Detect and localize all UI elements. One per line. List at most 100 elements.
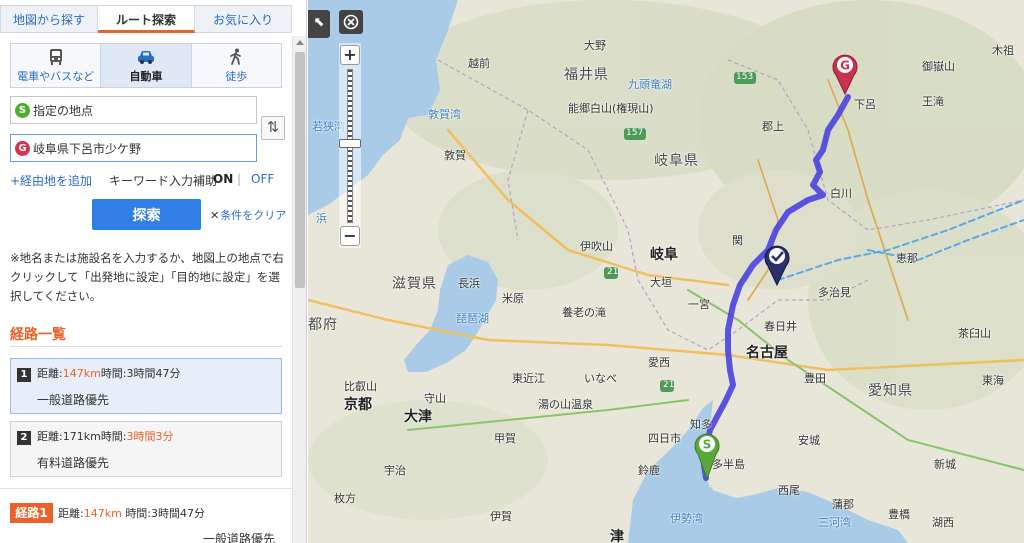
map-label-toyohashi: 豊橋 [888,508,910,521]
map-label-kasugai: 春日井 [764,320,797,333]
map-label-ogaki: 大垣 [650,276,672,289]
goal-point-input[interactable]: G 岐阜県下呂市少ケ野 [10,134,257,162]
map-label-kuzuryu: 九頭竜湖 [628,78,672,91]
mode-walk[interactable]: 徒歩 [191,44,281,87]
goal-marker-icon: G [832,54,858,96]
map-label-nohaku: 能郷白山(権現山) [568,102,654,115]
map-label-mikawa-bay: 三河湾 [818,516,851,529]
map-label-yoro: 養老の滝 [562,306,606,319]
transport-modes: 電車やバスなど 自動車 徒歩 [10,43,282,88]
scroll-up-icon[interactable] [296,40,304,45]
map-label-toyota: 豊田 [804,372,826,385]
map-reset-button[interactable] [339,10,363,34]
waypoint-pin[interactable] [762,242,792,289]
map-label-nagahama: 長浜 [458,277,480,290]
tab-map-search[interactable]: 地図から探す [0,5,98,33]
detail-time: 3時間47分 [151,507,206,520]
add-waypoint-link[interactable]: +経由地を追加 [10,174,92,188]
map-label-ena: 恵那 [896,252,918,265]
tab-favorites[interactable]: お気に入り [195,5,292,33]
map-label-fukui: 福井県 [564,67,609,83]
map-label-kyoto-fu: 都府 [308,317,338,333]
map-label-tsu: 津 [610,529,624,543]
clear-x-icon: ✕ [210,209,220,222]
arrow-up-left-icon: ⬉ [313,15,325,30]
map-label-kyoto: 京都 [344,397,372,413]
map-label-tokai: 東海 [982,374,1004,387]
start-marker-icon: S [694,433,720,481]
map-label-gujo: 郡上 [762,120,784,133]
map-label-hirakata: 枚方 [334,492,356,505]
route-search-panel: 地図から探す ルート探索 お気に入り 電車やバスなど 自動車 徒歩 S 指定の地… [0,0,307,543]
map-label-gamagori: 蒲郡 [832,498,854,511]
route-option-2[interactable]: 2 距離:171km時間:3時間3分 有料道路優先 [10,421,282,477]
map-view[interactable]: 福井県 岐阜県 滋賀県 愛知県 都府 大野 越前 九頭竜湖 能郷白山(権現山) … [308,0,1024,543]
map-label-tsuruga: 敦賀 [444,149,466,162]
road-shield-153: 153 [736,72,754,82]
map-label-tsuruga-bay: 敦賀湾 [428,108,461,121]
mode-car[interactable]: 自動車 [101,44,192,87]
clear-conditions-link[interactable]: ✕条件をクリア [210,207,286,223]
route-2-number: 2 [17,431,31,445]
car-icon [137,51,154,64]
map-label-nagoya: 名古屋 [746,345,788,361]
keyword-assist-off[interactable]: OFF [251,172,274,186]
detail-distance: 147km [83,507,122,520]
swap-points-button[interactable]: ⇅ [261,116,285,140]
panel-scrollbar[interactable] [292,36,306,543]
zoom-slider-handle[interactable] [339,139,361,148]
map-label-hieizan: 比叡山 [344,380,377,393]
start-point-input[interactable]: S 指定の地点 [10,96,257,124]
tab-route-search[interactable]: ルート探索 [98,5,195,33]
route-2-time-label: 時間: [100,430,127,443]
route-1-distance-label: 距離: [37,367,63,380]
zoom-control: + − [339,43,361,248]
instruction-note: ※地名または施設名を入力するか、地図上の地点で右クリックして「出発地に設定」「目… [10,251,284,303]
map-label-kosai: 湖西 [932,516,954,529]
bus-icon [49,49,62,65]
detail-priority: 一般道路優先 [203,532,276,543]
route-2-time: 3時間3分 [126,430,174,443]
mode-car-label: 自動車 [129,70,163,83]
zoom-in-button[interactable]: + [340,45,360,65]
scrollbar-thumb[interactable] [295,52,305,288]
map-label-hama: 浜 [316,212,327,225]
map-label-maibara: 米原 [502,292,524,305]
map-label-biwako: 琵琶湖 [456,312,489,325]
route-list-title: 経路一覧 [10,327,66,343]
map-label-ise-bay: 伊勢湾 [670,512,703,525]
check-marker-icon [764,245,790,287]
map-label-otsu: 大津 [404,409,432,425]
search-options: +経由地を追加 キーワード入力補助 ON | OFF [10,172,282,189]
map-label-gero: 下呂 [854,98,876,111]
map-label-gifu-pref: 岐阜県 [654,153,699,169]
detail-time-label: 時間: [125,507,152,520]
map-label-iga: 伊賀 [490,510,512,523]
map-label-shinshiro: 新城 [934,458,956,471]
map-label-chausu: 茶臼山 [958,327,991,340]
mode-train-bus[interactable]: 電車やバスなど [11,44,102,87]
route-1-number: 1 [17,368,31,382]
map-label-aisai: 愛西 [648,356,670,369]
close-circle-icon [343,14,359,30]
goal-pin-letter: G [840,59,850,73]
search-button[interactable]: 探索 [92,199,201,230]
keyword-assist-separator: | [237,172,242,186]
mode-walk-label: 徒歩 [225,70,248,83]
detail-divider [0,488,292,489]
map-label-tajimi: 多治見 [818,286,851,299]
goal-pin[interactable]: G [830,51,860,98]
map-label-uji: 宇治 [384,464,406,477]
zoom-out-button[interactable]: − [340,226,360,246]
route-option-1[interactable]: 1 距離:147km時間:3時間47分 一般道路優先 [10,358,282,414]
collapse-panel-button[interactable]: ⬉ [308,10,330,38]
route-2-distance: 171km [62,430,101,443]
map-label-koga: 甲賀 [494,432,516,445]
start-pin[interactable]: S [692,430,722,483]
map-label-ono: 大野 [584,39,606,52]
map-label-ichinomiya: 一宮 [688,298,710,311]
route-1-priority: 一般道路優先 [37,393,110,407]
map-label-anjo: 安城 [798,434,820,447]
keyword-assist-on[interactable]: ON [213,172,233,186]
panel-tabs: 地図から探す ルート探索 お気に入り [0,5,292,35]
